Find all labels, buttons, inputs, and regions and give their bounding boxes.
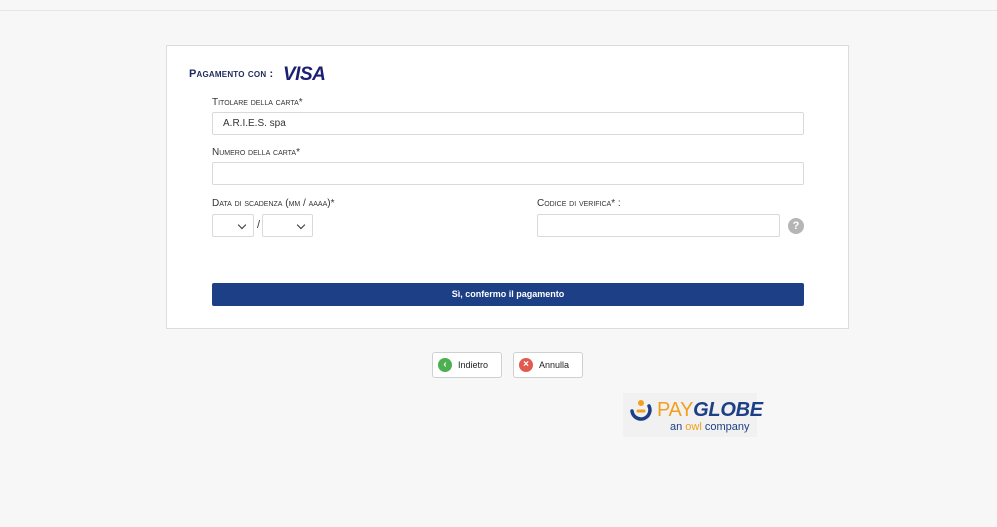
back-button[interactable]: ‹ Indietro xyxy=(432,352,502,378)
payment-form-card: Pagamento con : VISA Titolare della cart… xyxy=(166,45,849,329)
card-number-field[interactable] xyxy=(212,162,804,185)
top-bar xyxy=(0,0,997,11)
chevron-left-icon: ‹ xyxy=(438,358,452,372)
card-number-label: Numero della carta* xyxy=(212,147,300,158)
holder-field[interactable]: A.R.I.E.S. spa xyxy=(212,112,804,135)
close-icon: × xyxy=(519,358,533,372)
back-button-label: Indietro xyxy=(458,360,489,370)
expiry-year-select[interactable] xyxy=(262,214,313,237)
cvv-field[interactable] xyxy=(537,214,780,237)
cancel-button-label: Annulla xyxy=(539,360,570,370)
payglobe-tagline: an owl company xyxy=(670,421,750,433)
visa-logo: VISA xyxy=(283,64,326,85)
cancel-button[interactable]: × Annulla xyxy=(513,352,583,378)
holder-label: Titolare della carta* xyxy=(212,97,303,108)
chevron-down-icon xyxy=(237,220,247,230)
pay-with-label: Pagamento con : xyxy=(189,68,274,80)
help-icon[interactable]: ? xyxy=(788,218,804,234)
payglobe-mark-icon xyxy=(630,400,652,421)
payglobe-name: PAYGLOBE xyxy=(657,399,763,421)
confirm-payment-button[interactable]: Sì, confermo il pagamento xyxy=(212,283,804,306)
cvv-label: Codice di verifica* : xyxy=(537,198,621,209)
expiry-month-select[interactable] xyxy=(212,214,254,237)
payglobe-logo: PAYGLOBE an owl company xyxy=(623,393,763,437)
expiry-separator: / xyxy=(257,219,261,231)
expiry-label: Data di scadenza (mm / aaaa)* xyxy=(212,198,335,209)
chevron-down-icon xyxy=(296,220,306,230)
